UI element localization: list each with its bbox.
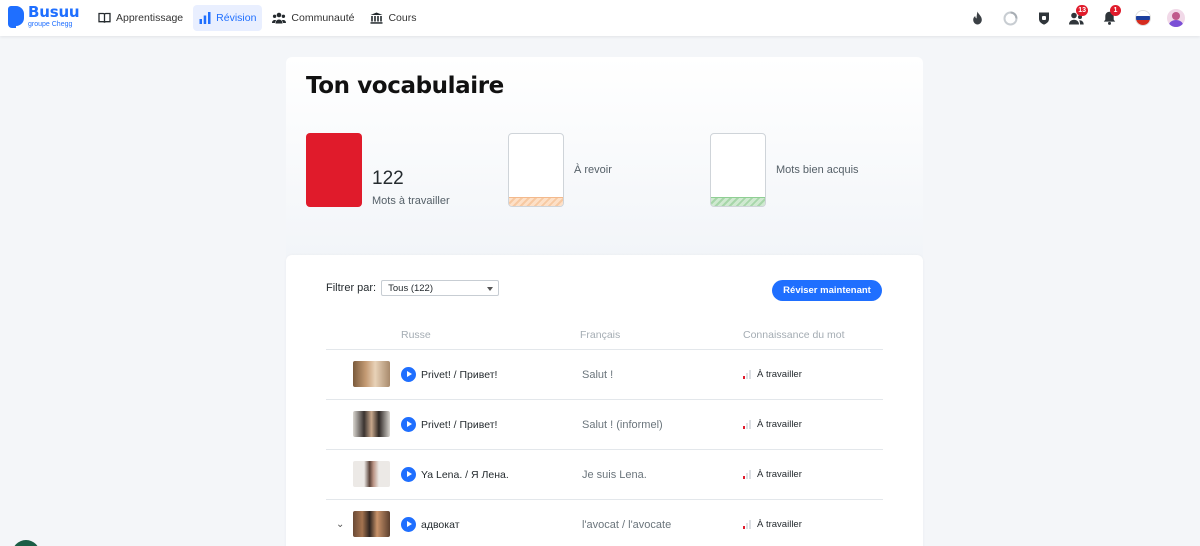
brand-name: Busuu xyxy=(28,3,80,21)
french-translation: Salut ! (informel) xyxy=(582,419,663,431)
french-translation: Salut ! xyxy=(582,369,614,381)
vocabulary-summary-card: Ton vocabulaire 122 Mots à travailler À … xyxy=(286,57,923,272)
stat-words-to-work[interactable]: 122 Mots à travailler xyxy=(306,133,450,207)
stat-box-orange xyxy=(508,133,564,207)
courses-icon xyxy=(370,12,383,24)
knowledge-status: À travailler xyxy=(743,419,802,430)
profile-button[interactable] xyxy=(1159,6,1192,30)
avatar xyxy=(1166,9,1185,27)
language-switcher[interactable] xyxy=(1126,6,1159,30)
word-list-card: Filtrer par: Tous (122) Réviser maintena… xyxy=(286,255,923,546)
word-thumbnail xyxy=(353,411,390,437)
knowledge-status: À travailler xyxy=(743,519,802,530)
busuu-logo[interactable]: Busuu groupe Chegg xyxy=(8,3,80,28)
page-title: Ton vocabulaire xyxy=(306,73,504,99)
word-thumbnail xyxy=(353,361,390,387)
knowledge-label: À travailler xyxy=(757,369,802,380)
strength-bars-icon xyxy=(743,470,753,479)
knowledge-status: À travailler xyxy=(743,369,802,380)
knowledge-status: À travailler xyxy=(743,469,802,480)
nav-label: Cours xyxy=(388,12,417,24)
friends-badge: 13 xyxy=(1076,5,1088,16)
play-audio-icon[interactable] xyxy=(401,367,416,382)
play-audio-icon[interactable] xyxy=(401,467,416,482)
chevron-down-icon[interactable]: ⌄ xyxy=(336,519,344,530)
strength-bars-icon xyxy=(743,370,753,379)
main-nav: Apprentissage Révision Communauté Cours xyxy=(92,5,422,31)
russian-word: адвокат xyxy=(421,519,460,531)
nav-label: Communauté xyxy=(291,12,355,24)
notifications-button[interactable]: 1 xyxy=(1093,5,1126,30)
knowledge-label: À travailler xyxy=(757,519,802,530)
russia-flag-icon xyxy=(1134,10,1151,26)
russian-word: Ya Lena. / Я Лена. xyxy=(421,469,509,481)
french-translation: l'avocat / l'avocate xyxy=(582,519,672,531)
bar-chart-icon xyxy=(199,12,211,24)
play-audio-icon[interactable] xyxy=(401,517,416,532)
column-header-french: Français xyxy=(580,329,621,341)
book-icon xyxy=(98,12,111,23)
russian-word: Privet! / Привет! xyxy=(421,419,498,431)
progress-ring-icon xyxy=(1003,11,1018,25)
nav-item-apprentissage[interactable]: Apprentissage xyxy=(92,5,189,31)
russian-word: Privet! / Привет! xyxy=(421,369,498,381)
busuu-logo-mark xyxy=(8,6,24,28)
flame-icon xyxy=(973,11,982,25)
shield-icon xyxy=(1038,12,1049,25)
table-row[interactable]: Privet! / Привет! Salut ! (informel) À t… xyxy=(326,399,883,449)
word-thumbnail xyxy=(353,511,390,537)
notifications-badge: 1 xyxy=(1110,5,1121,16)
header-actions: 13 1 xyxy=(961,5,1192,30)
filter-select[interactable]: Tous (122) xyxy=(381,280,500,296)
stat-well-learned[interactable]: Mots bien acquis xyxy=(710,133,859,207)
stat-count: 122 xyxy=(372,168,404,189)
play-audio-icon[interactable] xyxy=(401,417,416,432)
stat-label: Mots à travailler xyxy=(372,195,450,207)
top-navbar: Busuu groupe Chegg Apprentissage Révisio… xyxy=(0,0,1200,36)
brand-subtitle: groupe Chegg xyxy=(28,21,73,28)
league-button[interactable] xyxy=(1027,6,1060,30)
table-row[interactable]: ⌄ адвокат l'avocat / l'avocate À travail… xyxy=(326,499,883,546)
column-header-russian: Russe xyxy=(401,329,431,341)
friends-button[interactable]: 13 xyxy=(1060,5,1093,30)
nav-item-communaute[interactable]: Communauté xyxy=(266,5,360,31)
nav-item-cours[interactable]: Cours xyxy=(364,5,422,31)
column-header-knowledge: Connaissance du mot xyxy=(743,329,845,341)
word-thumbnail xyxy=(353,461,390,487)
filter-select-value: Tous (122) xyxy=(388,282,434,294)
knowledge-label: À travailler xyxy=(757,419,802,430)
streak-button[interactable] xyxy=(961,6,994,30)
french-translation: Je suis Lena. xyxy=(582,469,647,481)
daily-goal-button[interactable] xyxy=(994,6,1027,30)
stat-to-review[interactable]: À revoir xyxy=(508,133,612,207)
caret-down-icon xyxy=(487,287,494,291)
strength-bars-icon xyxy=(743,520,753,529)
stat-label: À revoir xyxy=(574,164,612,176)
stat-label: Mots bien acquis xyxy=(776,164,859,176)
help-chat-button[interactable] xyxy=(12,540,40,546)
review-now-button[interactable]: Réviser maintenant xyxy=(772,280,882,301)
filter-bar: Filtrer par: Tous (122) xyxy=(326,280,500,296)
community-icon xyxy=(272,12,287,24)
filter-label: Filtrer par: xyxy=(326,282,377,294)
stat-box-red xyxy=(306,133,362,207)
knowledge-label: À travailler xyxy=(757,469,802,480)
nav-item-revision[interactable]: Révision xyxy=(193,5,263,31)
nav-label: Apprentissage xyxy=(116,12,184,24)
table-row[interactable]: Privet! / Привет! Salut ! À travailler xyxy=(326,349,883,399)
nav-label: Révision xyxy=(216,12,257,24)
table-row[interactable]: Ya Lena. / Я Лена. Je suis Lena. À trava… xyxy=(326,449,883,499)
strength-bars-icon xyxy=(743,420,753,429)
stat-box-green xyxy=(710,133,766,207)
